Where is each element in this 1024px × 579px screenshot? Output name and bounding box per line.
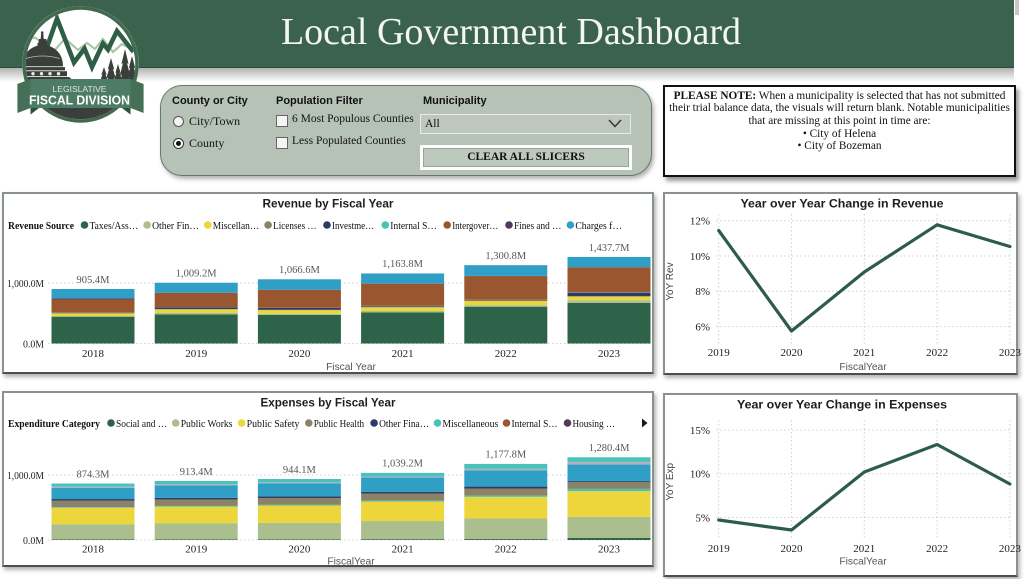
svg-text:Taxes/Ass…: Taxes/Ass… [90, 221, 139, 232]
svg-text:0.0M: 0.0M [23, 536, 45, 547]
svg-text:1,000.0M: 1,000.0M [7, 279, 45, 290]
svg-text:1,163.8M: 1,163.8M [382, 259, 424, 270]
svg-text:6%: 6% [695, 321, 710, 333]
svg-text:2022: 2022 [495, 348, 517, 360]
svg-text:2021: 2021 [392, 544, 414, 556]
svg-text:Investme…: Investme… [332, 221, 374, 232]
svg-text:Housing …: Housing … [573, 419, 616, 430]
svg-text:2020: 2020 [781, 543, 804, 555]
svg-text:Miscellan…: Miscellan… [213, 221, 259, 232]
svg-text:2020: 2020 [781, 347, 804, 359]
svg-text:944.1M: 944.1M [283, 465, 317, 476]
svg-text:10%: 10% [690, 469, 710, 481]
svg-text:2018: 2018 [82, 544, 105, 556]
svg-text:Social and …: Social and … [116, 419, 167, 430]
svg-text:1,280.4M: 1,280.4M [589, 443, 631, 454]
svg-text:2020: 2020 [288, 544, 311, 556]
svg-text:2018: 2018 [82, 348, 105, 360]
svg-text:1,039.2M: 1,039.2M [382, 459, 424, 470]
svg-text:Public Health: Public Health [314, 419, 365, 430]
svg-text:Other Fina…: Other Fina… [379, 419, 429, 430]
svg-text:FiscalYear: FiscalYear [839, 557, 887, 568]
svg-text:1,009.2M: 1,009.2M [176, 269, 218, 280]
svg-text:Charges f…: Charges f… [575, 221, 622, 232]
svg-text:10%: 10% [690, 251, 710, 263]
svg-text:YoY Exp: YoY Exp [665, 462, 676, 500]
svg-text:FiscalYear: FiscalYear [327, 557, 375, 568]
svg-text:1,300.8M: 1,300.8M [485, 251, 527, 262]
svg-text:Revenue Source: Revenue Source [8, 221, 74, 232]
svg-text:2019: 2019 [708, 543, 731, 555]
svg-text:YoY Rev: YoY Rev [665, 262, 676, 300]
svg-text:2021: 2021 [392, 348, 414, 360]
svg-text:2023: 2023 [999, 543, 1022, 555]
svg-text:Intergover…: Intergover… [452, 221, 498, 232]
svg-text:5%: 5% [695, 512, 710, 524]
svg-text:2021: 2021 [853, 347, 875, 359]
svg-text:2020: 2020 [288, 348, 311, 360]
svg-text:1,437.7M: 1,437.7M [589, 243, 631, 254]
svg-text:Other Fin…: Other Fin… [152, 221, 199, 232]
svg-text:2019: 2019 [185, 348, 208, 360]
svg-text:1,066.6M: 1,066.6M [279, 265, 321, 276]
svg-text:2019: 2019 [185, 544, 208, 556]
svg-text:Expenditure Category: Expenditure Category [8, 419, 101, 430]
svg-text:Year over Year Change in Expen: Year over Year Change in Expenses [737, 398, 947, 412]
svg-text:FISCAL DIVISION: FISCAL DIVISION [29, 93, 130, 108]
svg-text:2021: 2021 [853, 543, 875, 555]
svg-text:0.0M: 0.0M [23, 339, 45, 350]
svg-text:913.4M: 913.4M [180, 467, 214, 478]
svg-text:Internal S…: Internal S… [390, 221, 437, 232]
svg-text:Internal S…: Internal S… [512, 419, 558, 430]
svg-text:12%: 12% [690, 216, 710, 228]
svg-text:2023: 2023 [999, 347, 1022, 359]
svg-text:8%: 8% [695, 286, 710, 298]
svg-text:FiscalYear: FiscalYear [839, 362, 887, 373]
svg-text:1,177.8M: 1,177.8M [485, 450, 527, 461]
svg-text:Public Works: Public Works [181, 419, 233, 430]
svg-text:2023: 2023 [598, 348, 621, 360]
svg-text:2022: 2022 [926, 347, 948, 359]
svg-text:Licenses …: Licenses … [273, 221, 317, 232]
svg-text:2022: 2022 [495, 544, 517, 556]
svg-text:905.4M: 905.4M [77, 275, 111, 286]
svg-text:Fiscal Year: Fiscal Year [326, 362, 376, 373]
svg-text:2023: 2023 [598, 544, 621, 556]
svg-text:Year over Year Change in Reven: Year over Year Change in Revenue [741, 197, 944, 211]
svg-text:874.3M: 874.3M [77, 469, 111, 480]
svg-text:Expenses by Fiscal Year: Expenses by Fiscal Year [261, 396, 396, 410]
svg-text:Miscellaneous: Miscellaneous [443, 419, 499, 430]
svg-text:2019: 2019 [708, 347, 731, 359]
svg-text:1,000.0M: 1,000.0M [7, 471, 45, 482]
svg-text:15%: 15% [690, 425, 710, 437]
svg-text:Revenue by Fiscal Year: Revenue by Fiscal Year [263, 197, 394, 211]
svg-text:Public Safety: Public Safety [247, 419, 301, 430]
svg-text:2022: 2022 [926, 543, 948, 555]
svg-text:Fines and …: Fines and … [514, 221, 561, 232]
